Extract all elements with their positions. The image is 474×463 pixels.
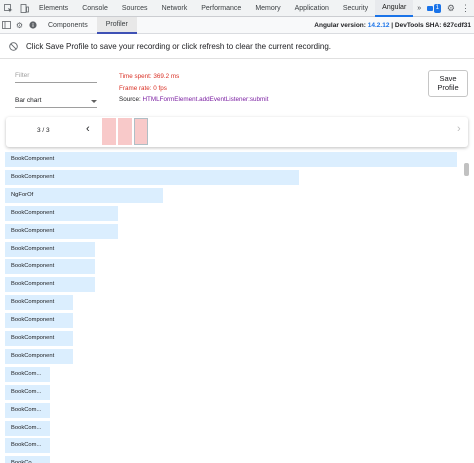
filter-input[interactable]: Filter — [15, 69, 97, 83]
frame-stats: Time spent: 369.2 ms Frame rate: 0 fps S… — [119, 71, 268, 106]
angular-version-info: Angular version: 14.2.12 | DevTools SHA:… — [314, 22, 474, 29]
tab-security[interactable]: Security — [336, 0, 375, 17]
chart-type-value: Bar chart — [15, 97, 42, 104]
source-label: Source: — [119, 96, 141, 103]
component-bar[interactable]: BookComponent — [5, 169, 299, 185]
time-spent: Time spent: 369.2 ms — [119, 73, 180, 80]
version-label: Angular version: — [314, 21, 366, 29]
tab-elements[interactable]: Elements — [32, 0, 75, 17]
issues-count: 1 — [433, 3, 441, 13]
component-bar[interactable]: BookComponent — [5, 259, 95, 275]
frame-bar-2[interactable] — [118, 118, 132, 145]
tab-network[interactable]: Network — [155, 0, 195, 17]
more-tabs-button[interactable]: » — [413, 0, 425, 17]
component-bar[interactable]: BookCom... — [5, 438, 50, 454]
tab-sources[interactable]: Sources — [115, 0, 155, 17]
chart-type-select[interactable]: Bar chart — [15, 94, 97, 108]
save-profile-button[interactable]: Save Profile — [428, 70, 468, 97]
tab-application[interactable]: Application — [288, 0, 336, 17]
issues-badge[interactable]: 1 — [426, 3, 441, 13]
scrollbar-thumb[interactable] — [464, 163, 469, 176]
frame-counter: 3 / 3 — [37, 127, 50, 134]
component-bar[interactable]: BookCom... — [5, 402, 50, 418]
component-bar[interactable]: BookComponent — [5, 348, 73, 364]
frame-bar-1[interactable] — [102, 118, 116, 145]
component-bar[interactable]: BookCo... — [5, 456, 50, 463]
subtab-components[interactable]: Components — [39, 17, 97, 34]
settings-gear-icon[interactable]: ⚙ — [447, 3, 455, 14]
chevron-left-icon[interactable]: ‹ — [86, 123, 90, 135]
component-bar[interactable]: BookComponent — [5, 241, 95, 257]
info-message: Click Save Profile to save your recordin… — [26, 42, 332, 51]
component-bar[interactable]: BookComponent — [5, 152, 457, 167]
device-toolbar-icon[interactable] — [16, 0, 32, 17]
inspect-element-icon[interactable] — [0, 0, 16, 17]
frame-bar-3[interactable] — [134, 118, 148, 145]
tab-performance[interactable]: Performance — [194, 0, 248, 17]
info-icon[interactable] — [26, 21, 39, 29]
tab-console[interactable]: Console — [75, 0, 115, 17]
frame-selector: 3 / 3 ‹ › — [6, 117, 468, 147]
tab-memory[interactable]: Memory — [248, 0, 287, 17]
tab-angular[interactable]: Angular — [375, 0, 414, 17]
chevron-down-icon — [91, 100, 97, 103]
chevron-right-icon[interactable]: › — [457, 123, 461, 135]
component-bar[interactable]: BookCom... — [5, 366, 50, 382]
frame-rate: Frame rate: 0 fps — [119, 84, 167, 92]
angular-devtools-bar: ⚙ Components Profiler Angular version: 1… — [0, 16, 474, 34]
profile-info-bar: Click Save Profile to save your recordin… — [0, 35, 474, 59]
devtools-sha: | DevTools SHA: 627cdf31 — [391, 21, 471, 29]
component-bar[interactable]: BookComponent — [5, 223, 118, 239]
angular-settings-icon[interactable]: ⚙ — [13, 21, 26, 30]
component-bar[interactable]: BookComponent — [5, 205, 118, 221]
component-bar[interactable]: BookComponent — [5, 295, 73, 311]
toggle-panel-icon[interactable] — [0, 21, 13, 29]
devtools-tab-bar: Elements Console Sources Network Performance… — [0, 0, 474, 17]
scrollbar-track[interactable] — [463, 163, 469, 463]
component-bar[interactable]: BookCom... — [5, 384, 50, 400]
component-bar[interactable]: BookComponent — [5, 313, 73, 329]
subtab-profiler[interactable]: Profiler — [96, 16, 137, 34]
component-bar[interactable]: NgForOf — [5, 187, 163, 203]
component-bar[interactable]: BookComponent — [5, 277, 95, 293]
issues-icon — [426, 5, 433, 11]
source-value: HTMLFormElement.addEventListener:submit — [142, 96, 269, 103]
frame-source: Source: HTMLFormElement.addEventListener… — [119, 94, 268, 106]
component-bar[interactable]: BookCom... — [5, 420, 50, 436]
profiler-bar-chart: BookComponent BookComponent NgForOf BookCom… — [0, 150, 474, 463]
version-number: 14.2.12 — [367, 21, 390, 29]
more-options-icon[interactable]: ⋮ — [461, 3, 470, 14]
component-bar[interactable]: BookComponent — [5, 331, 73, 346]
block-icon — [9, 42, 18, 51]
